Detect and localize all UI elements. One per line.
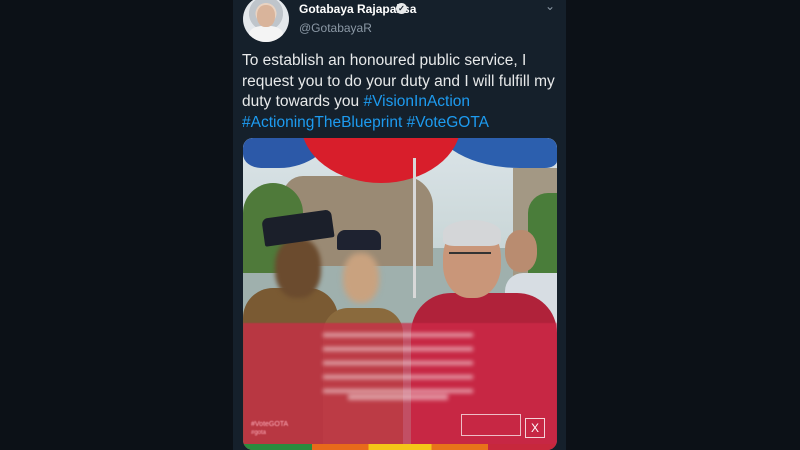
hashtag-link[interactable]: #VoteGOTA bbox=[407, 114, 489, 131]
tweet-photo[interactable]: #VoteGOTA #gota X bbox=[243, 138, 557, 450]
chevron-down-icon[interactable]: ⌄ bbox=[545, 0, 555, 13]
tweet-text: To establish an honoured public service,… bbox=[242, 51, 560, 133]
officer-head-blurred bbox=[275, 238, 321, 298]
hashtag-link[interactable]: #ActioningTheBlueprint bbox=[242, 114, 402, 131]
blurred-caption-line bbox=[348, 394, 448, 400]
flag-color-stripe bbox=[243, 444, 557, 450]
avatar-face bbox=[257, 5, 275, 27]
man-hair bbox=[443, 220, 501, 246]
author-handle[interactable]: @GotabayaR bbox=[299, 21, 372, 35]
left-dim-panel bbox=[0, 0, 233, 450]
hashtag-link[interactable]: #VisionInAction bbox=[363, 93, 470, 110]
umbrella-pole bbox=[413, 158, 416, 298]
blurred-caption bbox=[323, 333, 473, 403]
photo-tag-line: #VoteGOTA bbox=[251, 421, 289, 428]
avatar-shirt bbox=[249, 26, 283, 42]
avatar[interactable] bbox=[243, 0, 289, 42]
bystander-head bbox=[505, 230, 537, 272]
close-icon[interactable]: X bbox=[525, 418, 545, 438]
right-dim-panel bbox=[566, 0, 800, 450]
man-glasses bbox=[449, 252, 491, 258]
officer2-head-blurred bbox=[343, 253, 379, 303]
photo-web-box bbox=[461, 414, 521, 436]
verified-badge-icon: ✓ bbox=[396, 3, 407, 14]
photo-tag-line: #gota bbox=[251, 430, 267, 436]
tweet-card: Gotabaya Rajapaksa ✓ @GotabayaR ⌄ To est… bbox=[233, 0, 566, 450]
officer2-cap bbox=[337, 230, 381, 250]
